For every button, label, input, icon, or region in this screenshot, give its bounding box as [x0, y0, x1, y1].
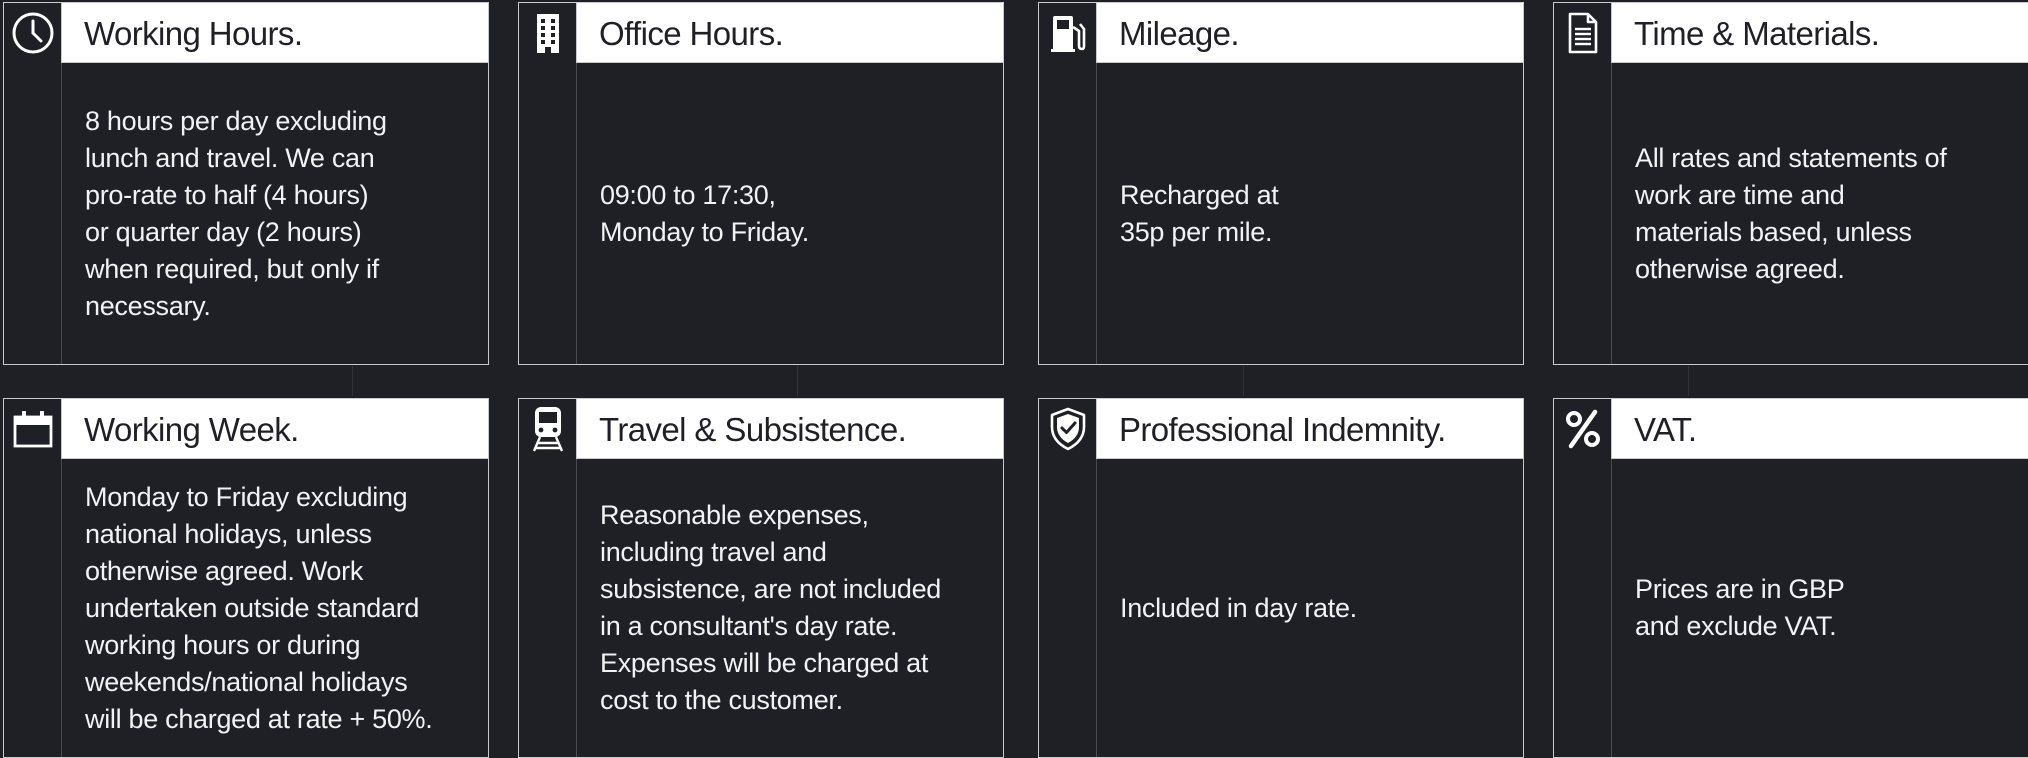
building-icon	[536, 14, 559, 53]
card-body: All rates and statements of work are tim…	[1635, 63, 2024, 364]
card-text: Reasonable expenses, including travel an…	[600, 500, 942, 715]
card-header: Professional Indemnity.	[1039, 399, 1523, 459]
card-title: VAT.	[1634, 411, 1697, 448]
document-icon	[1568, 12, 1597, 54]
card-gutter	[519, 459, 577, 757]
card-title: Time & Materials.	[1634, 15, 1880, 52]
row-divider	[1243, 366, 1244, 396]
card-gutter	[1554, 459, 1612, 757]
card-text: Recharged at 35p per mile.	[1120, 179, 1279, 247]
card-text: 8 hours per day excluding lunch and trav…	[85, 105, 387, 321]
card-gutter	[1039, 63, 1097, 364]
card-header: Time & Materials.	[1554, 3, 2028, 63]
calendar-icon	[13, 411, 52, 448]
card-header: Office Hours.	[519, 3, 1003, 63]
row-divider	[352, 366, 353, 396]
card-gutter	[519, 63, 577, 364]
icon-cell	[1554, 3, 1612, 63]
card-working-week: Working Week. Monday to Friday excluding…	[3, 398, 489, 758]
card-gutter	[4, 63, 62, 364]
card-header: VAT.	[1554, 399, 2028, 459]
card-mileage: Mileage. Recharged at 35p per mile.	[1038, 2, 1524, 365]
card-body: Prices are in GBP and exclude VAT.	[1635, 459, 2024, 757]
icon-cell	[4, 399, 62, 459]
icon-cell	[519, 3, 577, 63]
card-body: 09:00 to 17:30, Monday to Friday.	[600, 63, 989, 364]
card-text: 09:00 to 17:30, Monday to Friday.	[600, 179, 809, 247]
card-text: Prices are in GBP and exclude VAT.	[1635, 574, 1845, 641]
clock-icon	[12, 12, 53, 54]
icon-cell	[4, 3, 62, 63]
card-text: Included in day rate.	[1120, 592, 1357, 623]
card-title: Professional Indemnity.	[1119, 411, 1446, 448]
icon-cell	[1554, 399, 1612, 459]
card-header: Working Week.	[4, 399, 488, 459]
card-title: Travel & Subsistence.	[599, 411, 907, 448]
percent-icon	[1565, 409, 1600, 449]
row-divider	[1688, 366, 1689, 396]
card-gutter	[1039, 459, 1097, 757]
card-header: Travel & Subsistence.	[519, 399, 1003, 459]
card-body: Monday to Friday excluding national holi…	[85, 459, 474, 757]
icon-cell	[519, 399, 577, 459]
icon-cell	[1039, 3, 1097, 63]
card-title: Office Hours.	[599, 15, 784, 52]
card-travel-subsistence: Travel & Subsistence. Reasonable expense…	[518, 398, 1004, 758]
card-title: Working Hours.	[84, 15, 303, 52]
card-title: Mileage.	[1119, 15, 1240, 52]
card-title: Working Week.	[84, 411, 299, 448]
card-vat: VAT. Prices are in GBP and exclude VAT.	[1553, 398, 2028, 758]
card-office-hours: Office Hours. 09:00 to 17:30, Monday to …	[518, 2, 1004, 365]
row-divider	[797, 366, 798, 396]
card-working-hours: Working Hours. 8 hours per day excluding…	[3, 2, 489, 365]
card-body: Included in day rate.	[1120, 459, 1509, 757]
card-body: 8 hours per day excluding lunch and trav…	[85, 63, 474, 364]
card-gutter	[1554, 63, 1612, 364]
card-header: Mileage.	[1039, 3, 1523, 63]
shield-check-icon	[1050, 407, 1085, 451]
card-gutter	[4, 459, 62, 757]
card-header: Working Hours.	[4, 3, 488, 63]
card-time-materials: Time & Materials. All rates and statemen…	[1553, 2, 2028, 365]
terms-grid: Working Hours. 8 hours per day excluding…	[0, 0, 2028, 758]
card-text: Monday to Friday excluding national holi…	[85, 481, 433, 734]
card-body: Reasonable expenses, including travel an…	[600, 459, 989, 757]
fuel-pump-icon	[1050, 16, 1085, 52]
card-professional-indemnity: Professional Indemnity. Included in day …	[1038, 398, 1524, 758]
train-icon	[532, 407, 563, 452]
card-text: All rates and statements of work are tim…	[1635, 142, 1947, 284]
icon-cell	[1039, 399, 1097, 459]
card-body: Recharged at 35p per mile.	[1120, 63, 1509, 364]
